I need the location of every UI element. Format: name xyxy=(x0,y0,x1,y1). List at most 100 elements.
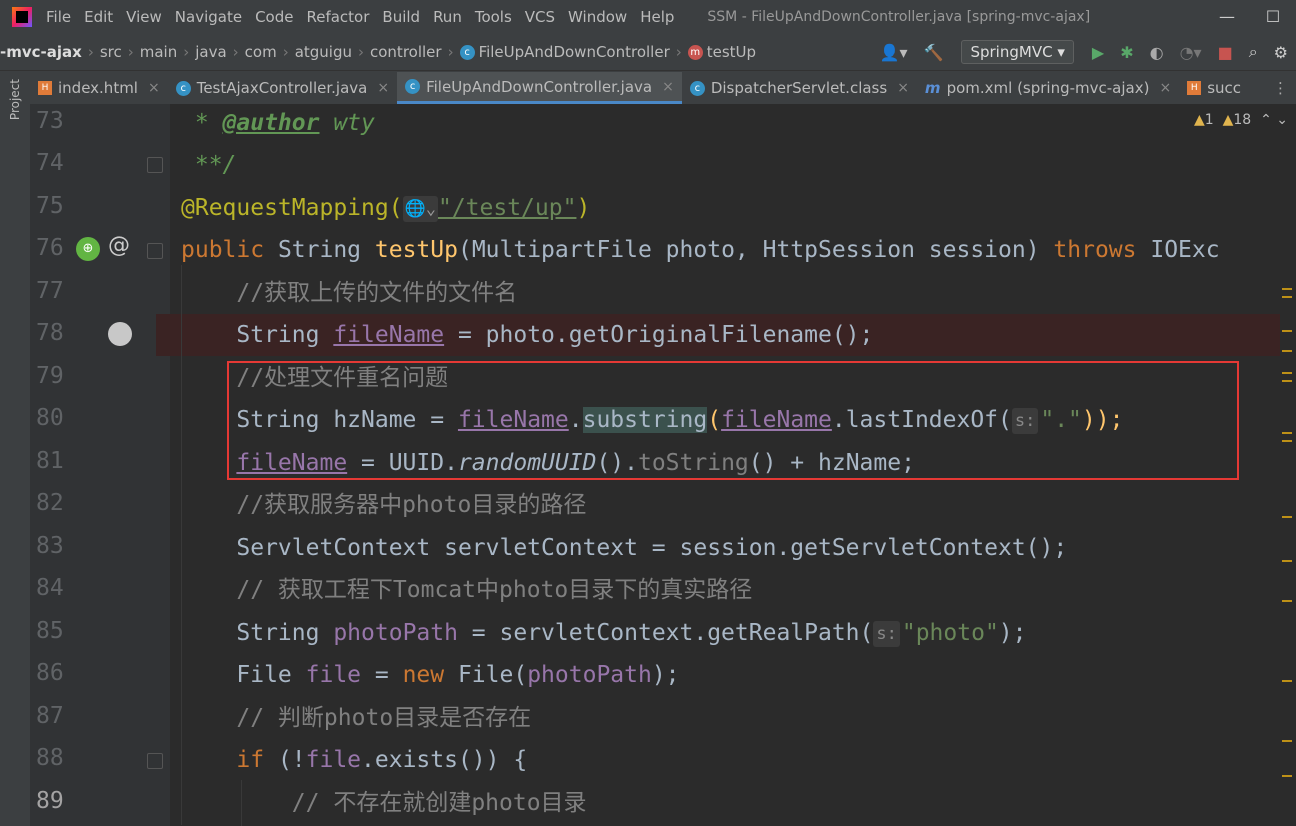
close-icon[interactable]: × xyxy=(662,79,674,95)
breadcrumb-com[interactable]: com xyxy=(245,43,277,61)
breadcrumb-java[interactable]: java xyxy=(195,43,226,61)
line-number-current: 89 xyxy=(36,788,64,814)
scrollbar-mark xyxy=(1282,350,1292,352)
breadcrumb-method-label: testUp xyxy=(706,43,757,61)
editor-tabs: Hindex.html × c TestAjaxController.java × c… xyxy=(30,71,1296,105)
line-number: 84 xyxy=(36,575,64,601)
tab-success-html[interactable]: Hsucc xyxy=(1179,72,1249,104)
menu-run[interactable]: Run xyxy=(433,8,462,26)
menu-bar: File Edit View Navigate Code Refactor Bu… xyxy=(0,0,1296,34)
fold-marker-icon[interactable] xyxy=(147,753,163,769)
fold-marker-icon[interactable] xyxy=(147,157,163,173)
menu-navigate[interactable]: Navigate xyxy=(175,8,242,26)
breadcrumb-controller[interactable]: controller xyxy=(370,43,442,61)
tab-label: index.html xyxy=(58,79,138,97)
code-line-84: // 获取工程下Tomcat中photo目录下的真实路径 xyxy=(181,577,753,603)
annotation-at-icon[interactable]: @ xyxy=(108,233,130,258)
code-line-82: //获取服务器中photo目录的路径 xyxy=(181,492,587,518)
html-file-icon: H xyxy=(1187,81,1202,95)
menu-tools[interactable]: Tools xyxy=(475,8,512,26)
breadcrumb-class[interactable]: c FileUpAndDownController xyxy=(459,43,670,61)
chevron-right-icon: › xyxy=(447,43,454,61)
breakpoint-icon[interactable] xyxy=(108,322,132,346)
breadcrumb-project[interactable]: -mvc-ajax xyxy=(0,43,82,61)
close-icon[interactable]: × xyxy=(148,80,160,96)
code-line-77: //获取上传的文件的文件名 xyxy=(181,280,518,306)
chevron-down-icon[interactable]: ⌄ xyxy=(1276,112,1288,128)
scrollbar-mark xyxy=(1282,560,1292,562)
run-config-label: SpringMVC xyxy=(970,43,1053,61)
user-icon[interactable]: 👤▾ xyxy=(880,43,908,62)
class-icon: c xyxy=(689,80,705,96)
menu-code[interactable]: Code xyxy=(255,8,293,26)
tab-file-up-and-down-controller[interactable]: c FileUpAndDownController.java × xyxy=(397,72,682,104)
intellij-logo-icon xyxy=(12,7,32,27)
window-controls: — ☐ xyxy=(1204,0,1296,34)
tab-test-ajax-controller[interactable]: c TestAjaxController.java × xyxy=(168,72,397,104)
more-tabs-icon[interactable]: ⋮ xyxy=(1273,79,1288,97)
project-tool-button[interactable]: Project xyxy=(8,79,22,120)
scrollbar-mark xyxy=(1282,775,1292,777)
line-number: 82 xyxy=(36,490,64,516)
maven-icon: m xyxy=(924,79,941,97)
code-line-76: public String testUp(MultipartFile photo… xyxy=(181,237,1220,263)
coverage-icon[interactable]: ◐ xyxy=(1150,43,1164,62)
breadcrumb-main[interactable]: main xyxy=(140,43,177,61)
run-icon[interactable]: ▶ xyxy=(1092,43,1104,62)
breadcrumb-atguigu[interactable]: atguigu xyxy=(295,43,352,61)
stop-icon[interactable]: ■ xyxy=(1218,43,1233,62)
line-number: 80 xyxy=(36,405,64,431)
line-number: 76 xyxy=(36,235,64,261)
breadcrumb-src[interactable]: src xyxy=(100,43,122,61)
spring-mapping-icon[interactable]: ⊕ xyxy=(76,237,100,261)
breadcrumb-class-label: FileUpAndDownController xyxy=(478,43,670,61)
menu-file[interactable]: File xyxy=(46,8,71,26)
close-icon[interactable]: × xyxy=(897,80,909,96)
maximize-button[interactable]: ☐ xyxy=(1250,0,1296,34)
line-number: 74 xyxy=(36,150,64,176)
close-icon[interactable]: × xyxy=(377,80,389,96)
line-number: 87 xyxy=(36,703,64,729)
fold-marker-icon[interactable] xyxy=(147,243,163,259)
line-number: 86 xyxy=(36,660,64,686)
tab-label: TestAjaxController.java xyxy=(196,79,368,97)
code-line-88: if (!file.exists()) { xyxy=(236,747,528,773)
search-icon[interactable]: ⌕ xyxy=(1249,42,1258,62)
menu-window[interactable]: Window xyxy=(568,8,627,26)
code-line-83: ServletContext servletContext = session.… xyxy=(181,535,1068,561)
error-icon: ▲ xyxy=(1193,112,1205,128)
line-number: 81 xyxy=(36,448,64,474)
tab-dispatcher-servlet[interactable]: c DispatcherServlet.class × xyxy=(682,72,917,104)
class-icon: c xyxy=(459,45,475,60)
inspection-widget[interactable]: ▲1 ▲18 ⌃ ⌄ xyxy=(1194,112,1288,128)
menu-vcs[interactable]: VCS xyxy=(525,8,555,26)
debug-icon[interactable]: ✱ xyxy=(1120,43,1133,62)
tab-pom-xml[interactable]: m pom.xml (spring-mvc-ajax) × xyxy=(917,72,1179,104)
code-line-74: **/ xyxy=(181,152,237,178)
tab-index-html[interactable]: Hindex.html × xyxy=(30,72,168,104)
menu-view[interactable]: View xyxy=(126,8,162,26)
profile-icon[interactable]: ◔▾ xyxy=(1180,43,1202,62)
tab-label: DispatcherServlet.class xyxy=(710,79,888,97)
build-hammer-icon[interactable]: 🔨 xyxy=(924,43,944,62)
close-icon[interactable]: × xyxy=(1159,80,1171,96)
run-configuration-select[interactable]: SpringMVC ▾ xyxy=(961,40,1074,64)
scrollbar-mark xyxy=(1282,288,1292,290)
line-number: 75 xyxy=(36,193,64,219)
menu-help[interactable]: Help xyxy=(640,8,674,26)
minimize-button[interactable]: — xyxy=(1204,0,1250,34)
line-number: 88 xyxy=(36,745,64,771)
breadcrumb-method[interactable]: m testUp xyxy=(687,43,757,61)
code-line-85: String photoPath = servletContext.getRea… xyxy=(181,620,1027,647)
tab-label: succ xyxy=(1207,79,1242,97)
menu-edit[interactable]: Edit xyxy=(84,8,113,26)
scrollbar-mark xyxy=(1282,372,1292,374)
menu-build[interactable]: Build xyxy=(382,8,420,26)
editor-scrollbar[interactable] xyxy=(1280,104,1296,826)
code-line-89: // 不存在就创建photo目录 xyxy=(181,790,587,816)
error-count: 1 xyxy=(1204,112,1214,128)
settings-gear-icon[interactable]: ⚙ xyxy=(1274,43,1288,62)
menu-refactor[interactable]: Refactor xyxy=(306,8,369,26)
scrollbar-mark xyxy=(1282,330,1292,332)
chevron-up-icon[interactable]: ⌃ xyxy=(1260,112,1272,128)
